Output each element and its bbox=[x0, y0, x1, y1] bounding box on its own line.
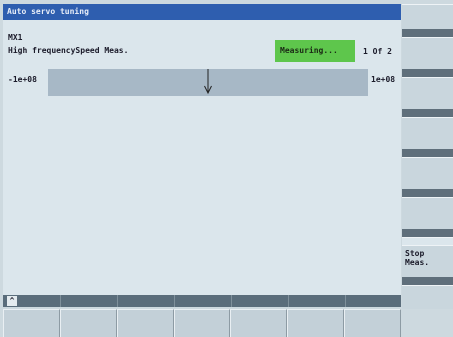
vertical-softkey-bar: Stop Meas. bbox=[402, 4, 453, 309]
vertical-softkey-1[interactable] bbox=[402, 4, 453, 29]
range-bar bbox=[48, 69, 368, 96]
scroll-up-icon[interactable]: ^ bbox=[7, 296, 17, 306]
horizontal-softkey-1[interactable] bbox=[3, 309, 60, 337]
strip-divider bbox=[231, 295, 232, 307]
horizontal-softkey-bar bbox=[3, 309, 402, 337]
horizontal-softkey-5[interactable] bbox=[230, 309, 288, 337]
step-counter: 1 Of 2 bbox=[363, 47, 392, 56]
strip-divider bbox=[174, 295, 175, 307]
stop-measurement-softkey[interactable]: Stop Meas. bbox=[402, 245, 453, 277]
auto-servo-tuning-screen: Auto servo tuning MX1 High frequencySpee… bbox=[0, 0, 453, 337]
horizontal-softkey-7[interactable] bbox=[344, 309, 402, 337]
horizontal-softkey-4[interactable] bbox=[173, 309, 231, 337]
strip-divider bbox=[345, 295, 346, 307]
measurement-name: High frequencySpeed Meas. bbox=[8, 46, 129, 55]
range-max-label: 1e+08 bbox=[371, 75, 396, 84]
vertical-softkey-2[interactable] bbox=[402, 37, 453, 69]
vertical-softkey-4[interactable] bbox=[402, 117, 453, 149]
softkey-separator bbox=[402, 189, 453, 197]
softkey-separator bbox=[402, 29, 453, 37]
vertical-softkey-9[interactable] bbox=[402, 285, 453, 309]
work-area: MX1 High frequencySpeed Meas. Measuring.… bbox=[3, 20, 401, 295]
vertical-softkey-7[interactable] bbox=[402, 237, 453, 245]
strip-divider bbox=[117, 295, 118, 307]
softkey-separator bbox=[402, 149, 453, 157]
status-badge: Measuring... bbox=[275, 40, 355, 62]
horizontal-softkey-3[interactable] bbox=[116, 309, 174, 337]
softkey-separator bbox=[402, 69, 453, 77]
status-strip: ^ bbox=[3, 295, 401, 307]
vertical-softkey-3[interactable] bbox=[402, 77, 453, 109]
vertical-softkey-6[interactable] bbox=[402, 197, 453, 229]
axis-name: MX1 bbox=[8, 33, 23, 42]
strip-divider bbox=[288, 295, 289, 307]
softkey-separator bbox=[402, 109, 453, 117]
softkey-separator bbox=[402, 229, 453, 237]
horizontal-softkey-6[interactable] bbox=[287, 309, 345, 337]
range-min-label: -1e+08 bbox=[8, 75, 37, 84]
window-title: Auto servo tuning bbox=[3, 4, 401, 20]
softkey-separator bbox=[402, 277, 453, 285]
vertical-softkey-5[interactable] bbox=[402, 157, 453, 189]
horizontal-softkey-2[interactable] bbox=[59, 309, 117, 337]
down-arrow-icon bbox=[204, 69, 212, 95]
strip-divider bbox=[60, 295, 61, 307]
